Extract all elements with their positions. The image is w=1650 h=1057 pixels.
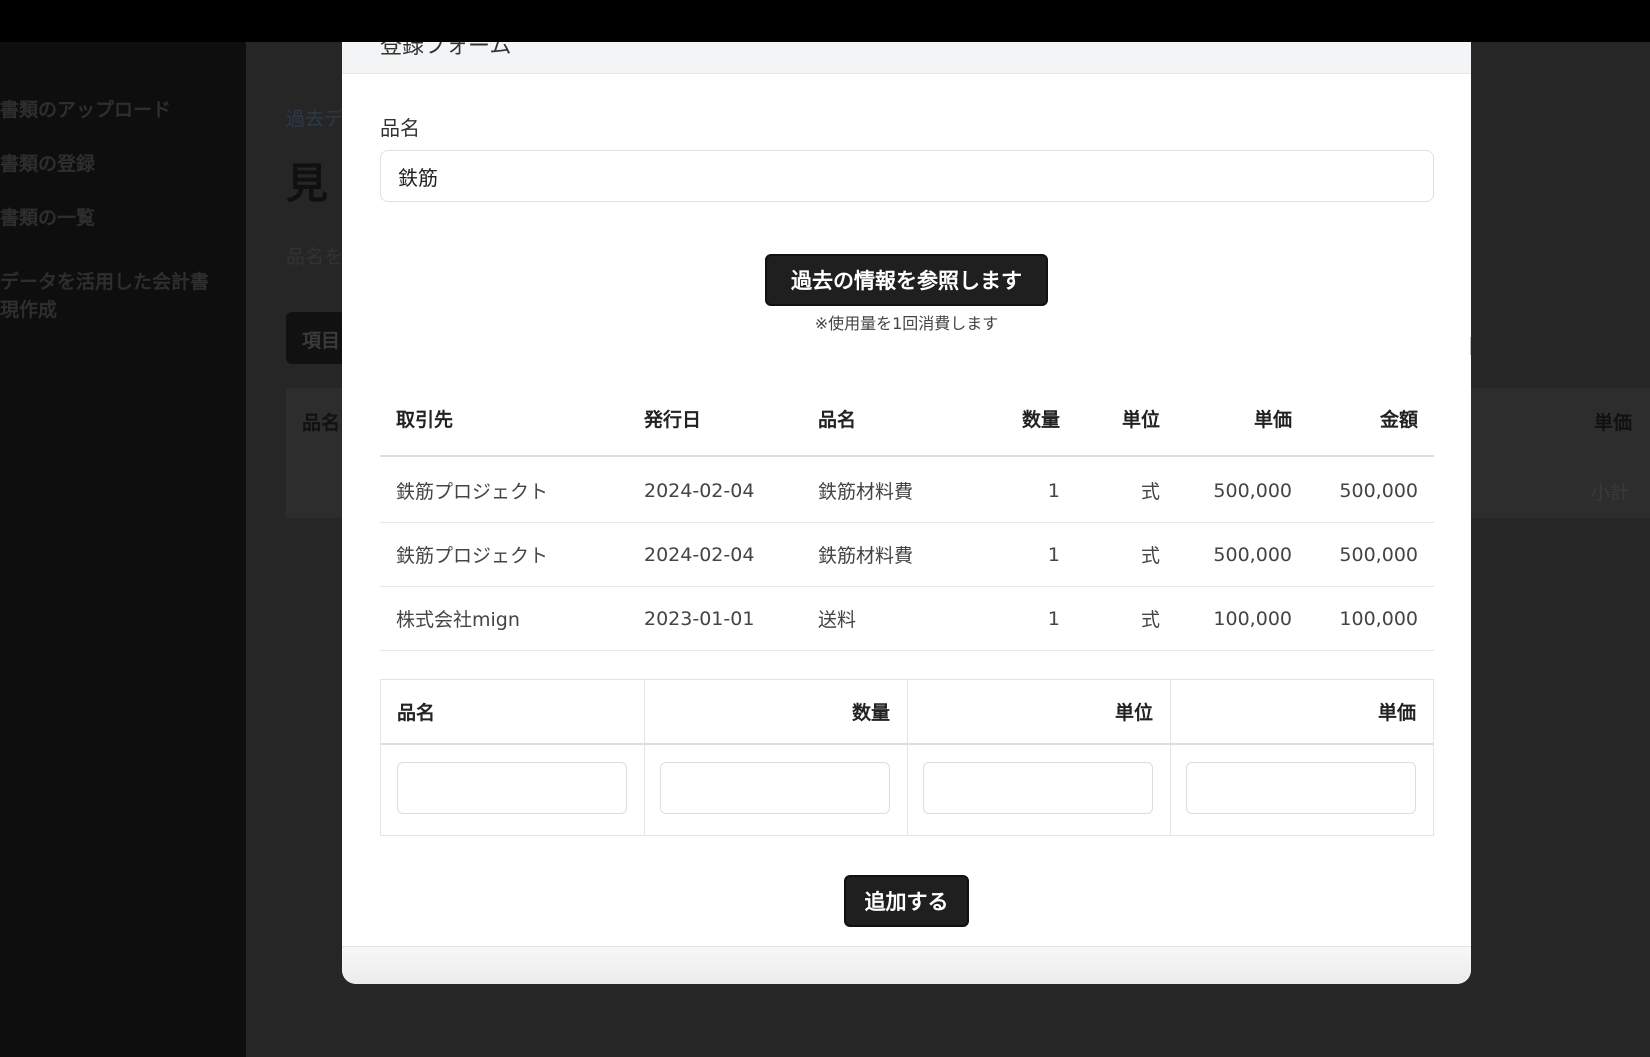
history-header-date: 発行日 [644,409,702,431]
row-unit: 式 [1140,481,1160,503]
add-item-button[interactable]: 追加する [844,875,969,927]
table-row[interactable]: 株式会社mign 2023-01-01 送料 1 式 100,000 100,0… [380,587,1434,651]
row-quantity: 1 [1047,543,1060,566]
row-unit-price: 500,000 [1213,543,1292,566]
mouse-pointer-icon [1469,334,1471,358]
row-unit: 式 [1140,545,1160,567]
row-amount: 500,000 [1339,543,1418,566]
item-name-label: 品名 [380,116,420,140]
column-divider [1170,680,1171,835]
page-subtitle: 品名を [286,246,344,268]
table-row[interactable]: 鉄筋プロジェクト 2024-02-04 鉄筋材料費 1 式 500,000 50… [380,523,1434,587]
new-header-unit: 単位 [1114,702,1153,724]
new-item-unit-price-input[interactable] [1186,762,1416,814]
row-date: 2024-02-04 [644,543,755,566]
column-divider [907,680,908,835]
table-row[interactable]: 鉄筋プロジェクト 2024-02-04 鉄筋材料費 1 式 500,000 50… [380,459,1434,523]
modal-dialog: 登録フォーム 品名 過去の情報を参照します ※使用量を1回消費します 取引先 発… [342,42,1471,984]
row-client: 株式会社mign [396,609,520,631]
row-quantity: 1 [1047,607,1060,630]
row-date: 2023-01-01 [644,607,755,630]
history-header-item: 品名 [818,409,857,431]
breadcrumb[interactable]: 過去デ [286,104,343,131]
modal-title: 登録フォーム [380,42,512,59]
item-button-label: 項目 [302,330,341,352]
history-header-amount: 金額 [1379,409,1418,431]
reference-past-info-button[interactable]: 過去の情報を参照します [765,254,1048,306]
new-item-name-input[interactable] [397,762,627,814]
sidebar-item-create[interactable]: データを活用した会計書 現作成 [0,268,209,324]
new-item-unit-input[interactable] [923,762,1153,814]
row-client: 鉄筋プロジェクト [396,481,549,503]
modal-header: 登録フォーム [342,42,1471,74]
history-table-header: 取引先 発行日 品名 数量 単位 単価 金額 [380,382,1434,457]
row-item: 鉄筋材料費 [818,545,914,567]
modal-footer [342,946,1471,984]
sidebar: 書類のアップロード 書類の登録 書類の一覧 データを活用した会計書 現作成 [0,42,246,1057]
row-unit-price: 100,000 [1213,607,1292,630]
row-date: 2024-02-04 [644,479,755,502]
sidebar-item-register[interactable]: 書類の登録 [0,150,95,178]
new-header-item: 品名 [397,702,436,724]
history-header-unit-price: 単価 [1253,409,1292,431]
new-item-table: 品名 数量 単位 単価 [380,679,1434,836]
column-divider [644,680,645,835]
row-item: 送料 [818,609,857,631]
row-item: 鉄筋材料費 [818,481,914,503]
new-item-quantity-input[interactable] [660,762,890,814]
row-quantity: 1 [1047,479,1060,502]
background-subtotal: 小計 [1591,482,1630,504]
top-black-bar [0,0,1650,42]
row-unit-price: 500,000 [1213,479,1292,502]
row-client: 鉄筋プロジェクト [396,545,549,567]
row-amount: 500,000 [1339,479,1418,502]
history-header-client: 取引先 [396,409,454,431]
history-header-quantity: 数量 [1021,409,1060,431]
usage-note: ※使用量を1回消費します [814,314,999,333]
background-table-header-name: 品名 [302,412,341,434]
item-name-input[interactable] [380,150,1434,202]
row-amount: 100,000 [1339,607,1418,630]
history-header-unit: 単位 [1121,409,1160,431]
page-title: 見 [286,159,329,208]
row-unit: 式 [1140,609,1160,631]
new-header-quantity: 数量 [851,702,890,724]
sidebar-item-upload[interactable]: 書類のアップロード [0,96,171,124]
sidebar-item-list[interactable]: 書類の一覧 [0,204,95,232]
new-header-unit-price: 単価 [1377,702,1416,724]
background-table-header-price: 単価 [1594,412,1633,434]
